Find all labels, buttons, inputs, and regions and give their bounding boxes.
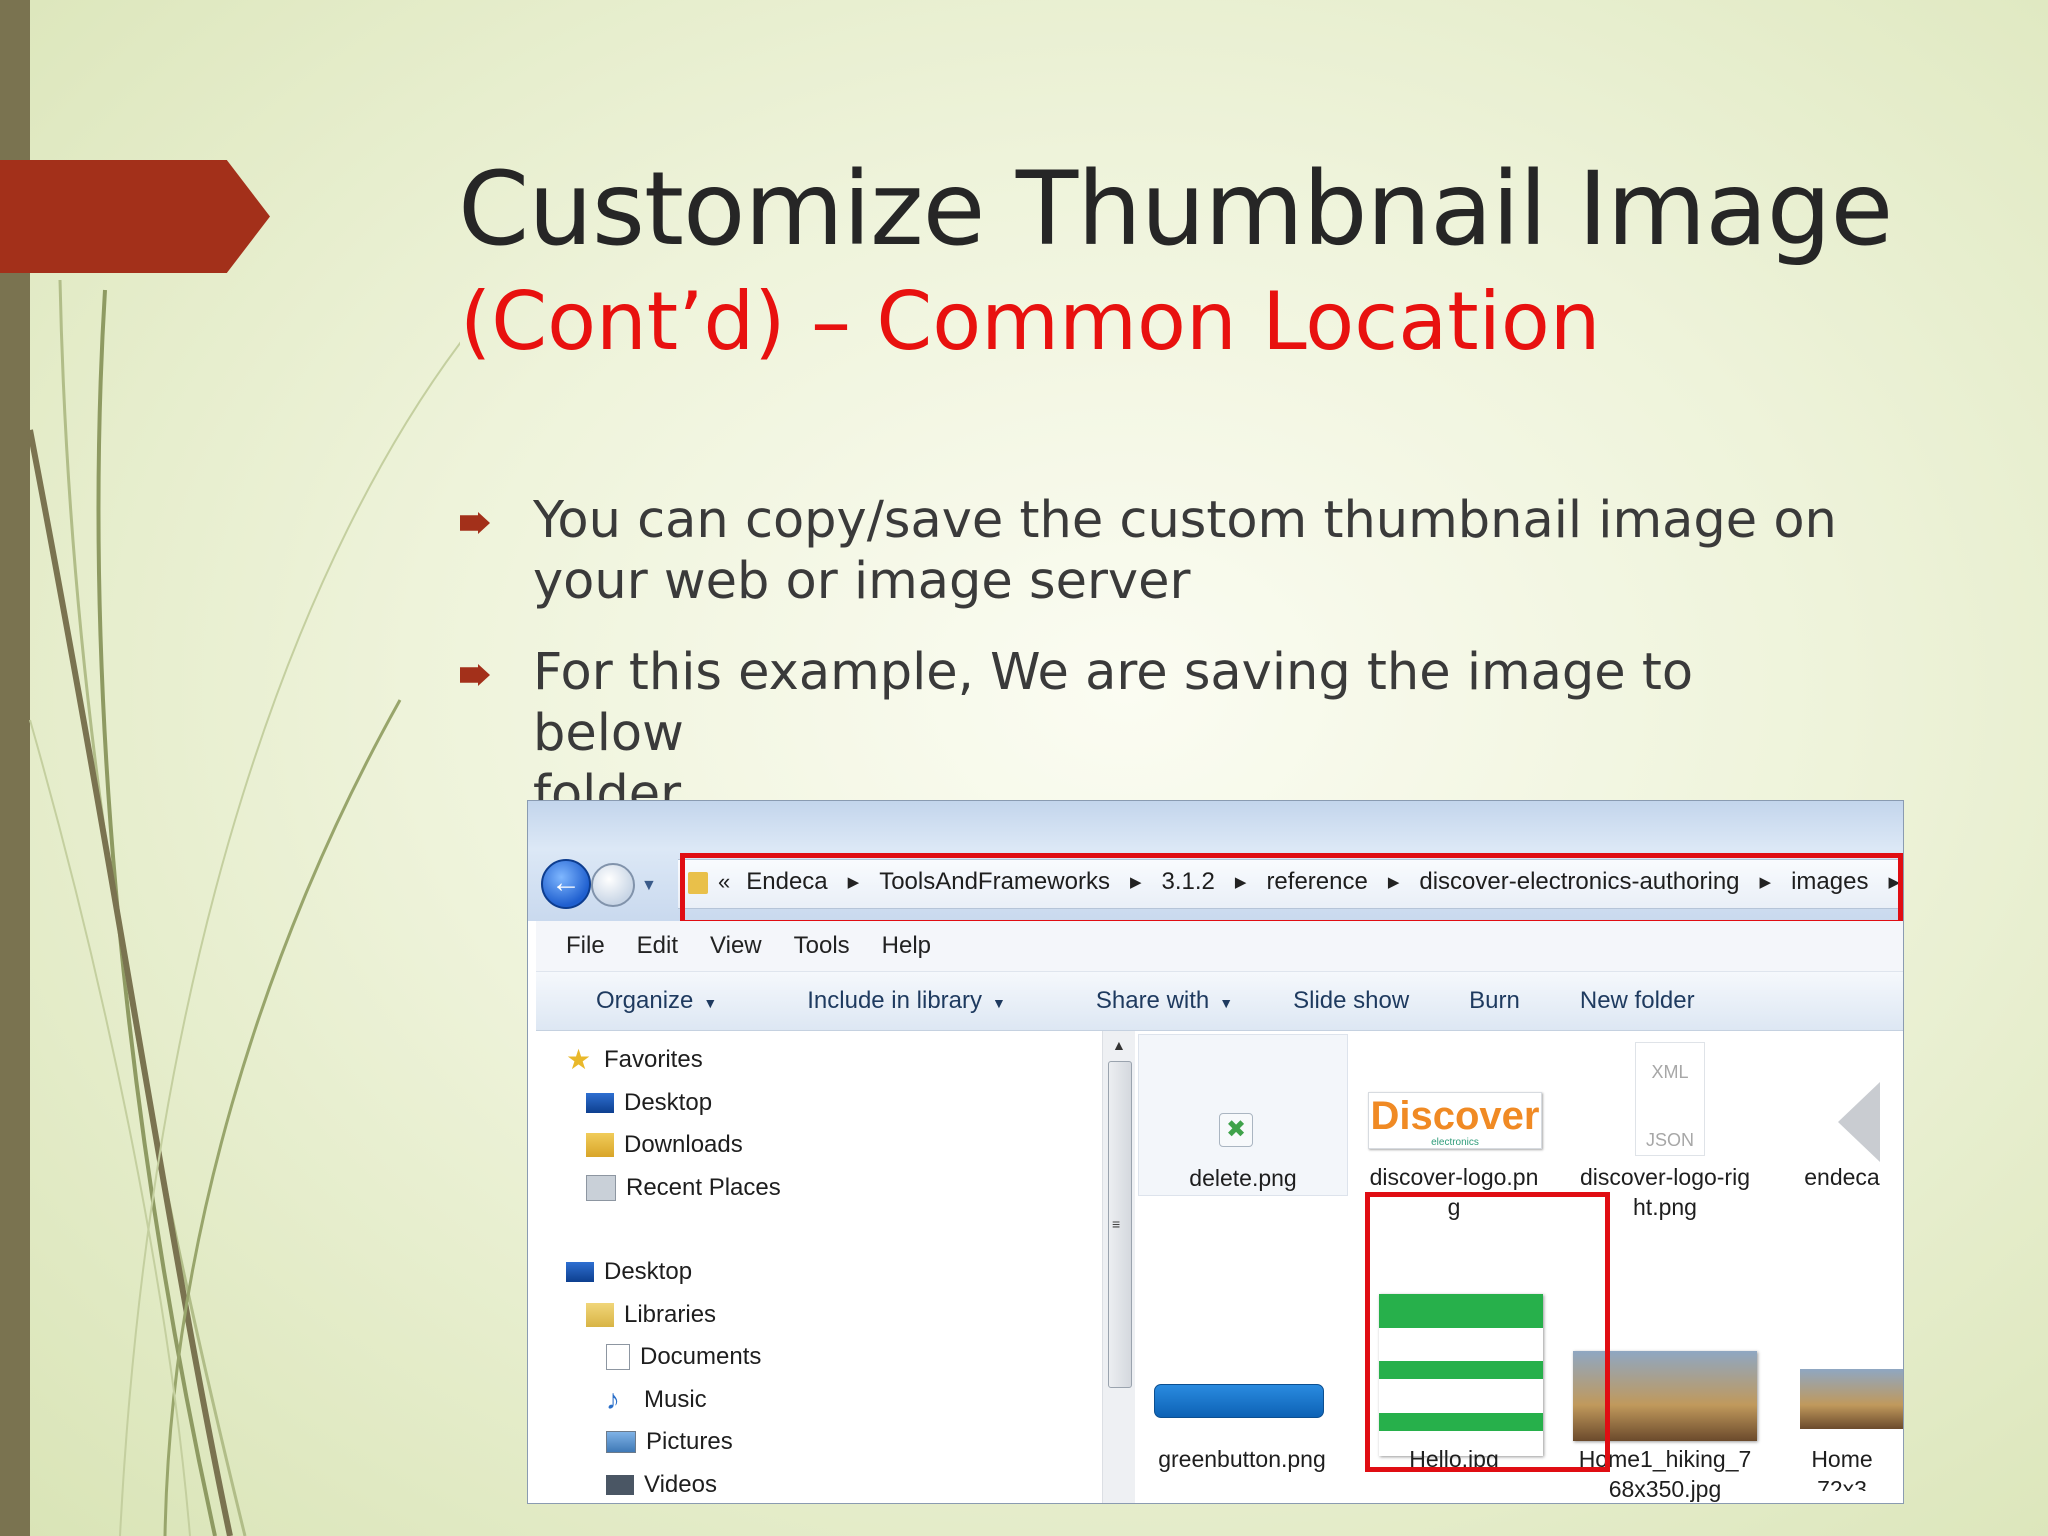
chevron-down-icon: ▼ (703, 995, 718, 1011)
menu-edit[interactable]: Edit (637, 932, 678, 960)
file-name: 68x350.jpg (1608, 1476, 1722, 1502)
nav-label: Downloads (624, 1131, 743, 1158)
greenbutton-thumbnail (1154, 1384, 1324, 1418)
menu-file[interactable]: File (566, 932, 605, 960)
bullet-item: For this example, We are saving the imag… (460, 642, 1860, 825)
downloads-icon (586, 1133, 614, 1157)
videos-icon (606, 1475, 634, 1495)
delete-icon: ✖ (1219, 1113, 1253, 1147)
bullet-text-line: your web or image server (533, 552, 1191, 611)
include-in-library-button[interactable]: Include in library ▼ (777, 987, 1006, 1015)
burn-button[interactable]: Burn (1469, 987, 1520, 1015)
chevron-down-icon: ▼ (1219, 995, 1234, 1011)
bullet-arrow-icon (460, 512, 490, 534)
organize-label: Organize (596, 987, 694, 1014)
scroll-up-icon[interactable]: ▲ (1112, 1037, 1126, 1053)
command-bar: Organize ▼ Include in library ▼ Share with… (536, 972, 1903, 1031)
nav-label: Pictures (646, 1428, 733, 1455)
new-folder-button[interactable]: New folder (1580, 987, 1695, 1015)
hello-highlight-box (1365, 1192, 1610, 1472)
xml-json-file-icon: XML JSON (1635, 1042, 1705, 1156)
nav-label: Videos (644, 1471, 717, 1498)
file-name: 72x3 (1817, 1476, 1867, 1491)
documents-icon (606, 1344, 630, 1370)
pictures-icon (606, 1431, 636, 1453)
file-name: greenbutton.png (1158, 1446, 1326, 1472)
menu-tools[interactable]: Tools (794, 932, 850, 960)
photo-thumbnail (1800, 1369, 1903, 1429)
file-name: discover-logo.pn (1369, 1164, 1539, 1190)
scrollbar-grip-icon: ≡ (1112, 1216, 1121, 1232)
nav-documents[interactable]: Documents (606, 1343, 761, 1371)
libraries-icon (586, 1303, 614, 1327)
nav-videos[interactable]: Videos (606, 1471, 717, 1499)
bullet-item: You can copy/save the custom thumbnail i… (460, 490, 1860, 612)
menu-view[interactable]: View (710, 932, 762, 960)
address-highlight-box (680, 853, 1903, 925)
bullet-arrow-icon (460, 664, 490, 686)
music-icon: ♪ (606, 1384, 620, 1415)
share-with-label: Share with (1095, 987, 1210, 1014)
nav-label: Libraries (624, 1301, 717, 1328)
slide-title: Customize Thumbnail Image (458, 150, 1893, 269)
menu-bar: File Edit View Tools Help (536, 921, 1903, 972)
logo-text: Discover (1370, 1094, 1540, 1138)
file-name: discover-logo-rig (1579, 1164, 1750, 1190)
menu-help[interactable]: Help (882, 932, 931, 960)
slide-subtitle: (Cont’d) – Common Location (460, 275, 1601, 368)
forward-button[interactable] (591, 863, 635, 907)
include-in-library-label: Include in library (807, 987, 982, 1014)
explorer-window: ← ▼ « Endeca ▶ ToolsAndFrameworks ▶ 3.1.… (527, 800, 1904, 1504)
file-tile-endeca[interactable]: endeca (1772, 1034, 1903, 1234)
nav-libraries[interactable]: Libraries (586, 1301, 716, 1329)
star-icon: ★ (566, 1044, 592, 1075)
nav-recent-places[interactable]: Recent Places (586, 1174, 781, 1202)
nav-label: Favorites (604, 1046, 703, 1073)
chevron-down-icon: ▼ (992, 995, 1006, 1011)
nav-label: Documents (640, 1343, 762, 1370)
nav-label: Recent Places (626, 1174, 781, 1201)
logo-subtext: electronics (1431, 1137, 1479, 1148)
desktop-icon (586, 1093, 614, 1113)
navigation-pane: ★ Favorites Desktop Downloads Recent Pla… (536, 1031, 966, 1503)
bullet-text-line: For this example, We are saving the imag… (533, 643, 1694, 763)
nav-label: Desktop (624, 1089, 713, 1116)
back-button[interactable]: ← (541, 859, 591, 909)
bullet-text-line: You can copy/save the custom thumbnail i… (533, 491, 1837, 550)
file-name: endeca (1804, 1164, 1880, 1190)
accent-arrow (0, 160, 270, 273)
file-thumbnail (1838, 1082, 1880, 1162)
nav-desktop-root[interactable]: Desktop (566, 1258, 692, 1286)
nav-scrollbar[interactable]: ▲ ≡ (1102, 1031, 1135, 1503)
desktop-icon (566, 1262, 594, 1282)
nav-pictures[interactable]: Pictures (606, 1428, 733, 1456)
nav-favorites[interactable]: ★ Favorites (566, 1046, 703, 1074)
recent-places-icon (586, 1175, 616, 1201)
nav-music[interactable]: ♪ Music (606, 1386, 707, 1414)
nav-downloads[interactable]: Downloads (586, 1131, 743, 1159)
share-with-button[interactable]: Share with ▼ (1066, 987, 1233, 1015)
discover-logo-thumbnail: Discover electronics (1368, 1092, 1542, 1149)
xml-label: XML (1651, 1062, 1689, 1082)
file-tile-home-partial[interactable]: Home 72x3 (1772, 1281, 1903, 1491)
slide-show-button[interactable]: Slide show (1293, 987, 1409, 1015)
file-name: delete.png (1189, 1165, 1297, 1191)
nav-label: Desktop (604, 1258, 693, 1285)
nav-label: Music (644, 1386, 707, 1413)
nav-desktop[interactable]: Desktop (586, 1089, 712, 1117)
organize-button[interactable]: Organize ▼ (566, 987, 717, 1015)
json-label: JSON (1645, 1130, 1694, 1150)
file-tile-delete[interactable]: ✖ delete.png (1138, 1034, 1348, 1196)
file-tile-greenbutton[interactable]: greenbutton.png (1138, 1346, 1346, 1486)
file-name: Home (1811, 1446, 1873, 1472)
recent-pages-dropdown-icon[interactable]: ▼ (641, 877, 657, 895)
